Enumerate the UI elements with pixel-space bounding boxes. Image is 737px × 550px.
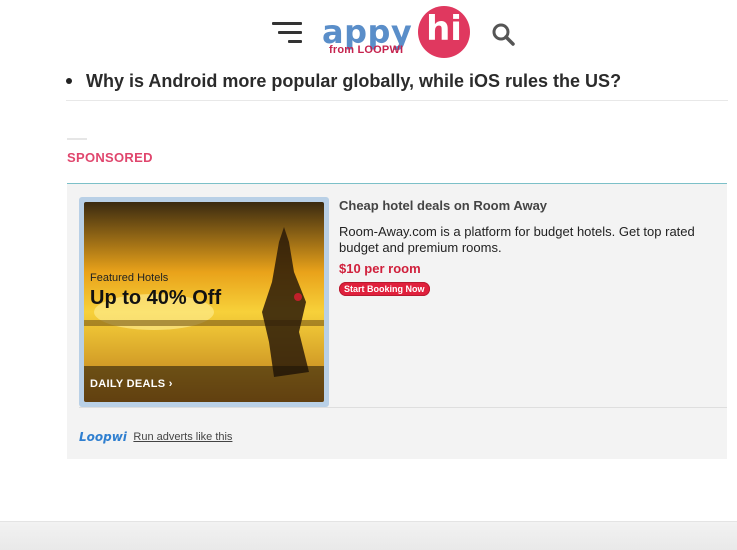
- ad-text: Cheap hotel deals on Room Away Room-Away…: [339, 197, 719, 297]
- run-adverts-link[interactable]: Run adverts like this: [133, 431, 232, 443]
- ad-title[interactable]: Cheap hotel deals on Room Away: [339, 198, 719, 213]
- site-header: appy from LOOPWI hi: [0, 0, 737, 66]
- site-logo[interactable]: appy from LOOPWI hi: [322, 6, 472, 60]
- logo-subtitle: from LOOPWI: [329, 44, 404, 56]
- sponsored-label: SPONSORED: [67, 150, 153, 165]
- section-divider: [67, 138, 87, 140]
- ad-footer: Loopwi Run adverts like this: [79, 428, 232, 446]
- ad-image-photo: Featured Hotels Up to 40% Off DAILY DEAL…: [84, 202, 324, 402]
- page-footer-bar: [0, 521, 737, 550]
- search-icon[interactable]: [491, 22, 515, 46]
- ad-image-caption: Featured Hotels: [90, 272, 169, 284]
- loopwi-logo[interactable]: Loopwi: [79, 430, 127, 444]
- ad-image[interactable]: Featured Hotels Up to 40% Off DAILY DEAL…: [79, 197, 329, 407]
- list-item: Why is Android more popular globally, wh…: [66, 66, 728, 101]
- ad-price: $10 per room: [339, 261, 421, 276]
- ad-card[interactable]: Featured Hotels Up to 40% Off DAILY DEAL…: [79, 197, 727, 408]
- ad-image-deals: DAILY DEALS ›: [90, 378, 173, 390]
- hamburger-menu-icon[interactable]: [272, 22, 302, 44]
- related-article-link[interactable]: Why is Android more popular globally, wh…: [86, 71, 621, 91]
- start-booking-button[interactable]: Start Booking Now: [339, 282, 430, 296]
- ad-image-offer: Up to 40% Off: [90, 287, 222, 309]
- ad-description: Room-Away.com is a platform for budget h…: [339, 224, 695, 255]
- logo-badge: hi: [418, 6, 470, 58]
- related-articles-list: Why is Android more popular globally, wh…: [66, 66, 728, 101]
- sponsored-ad-box: Featured Hotels Up to 40% Off DAILY DEAL…: [67, 183, 727, 459]
